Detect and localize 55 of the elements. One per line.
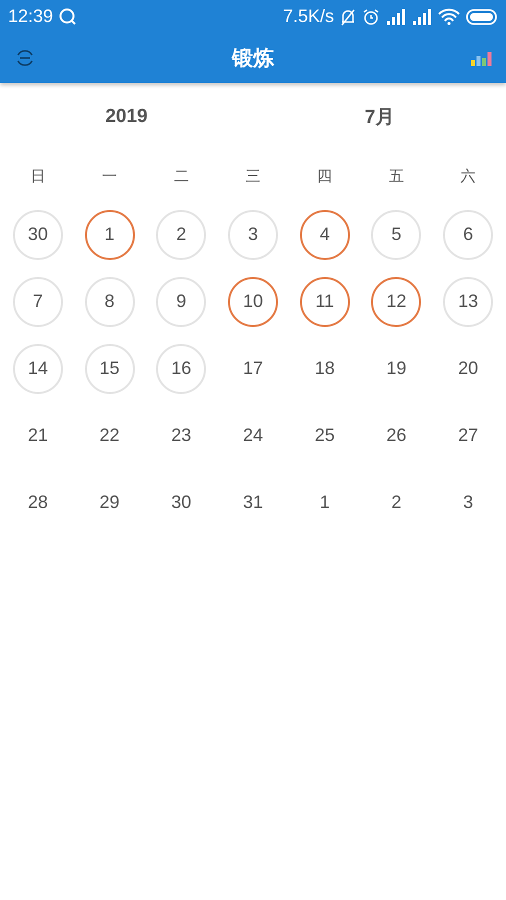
calendar-day[interactable]: 28 bbox=[12, 478, 63, 528]
clock: 12:39 bbox=[8, 6, 54, 27]
calendar-day[interactable]: 21 bbox=[12, 410, 63, 460]
calendar-day[interactable]: 11 bbox=[300, 276, 350, 326]
weekday-label: 日 bbox=[30, 166, 46, 186]
weekday-label: 四 bbox=[317, 166, 332, 186]
calendar-day[interactable]: 13 bbox=[443, 276, 494, 326]
calendar-day[interactable]: 30 bbox=[156, 478, 206, 528]
weekday-label: 一 bbox=[102, 166, 118, 186]
calendar-day[interactable]: 5 bbox=[371, 210, 422, 260]
weekday-label: 五 bbox=[388, 166, 404, 186]
calendar-day[interactable]: 20 bbox=[443, 344, 494, 394]
weekday-label: 六 bbox=[460, 166, 476, 186]
calendar-day[interactable]: 15 bbox=[84, 344, 135, 394]
calendar-day[interactable]: 12 bbox=[371, 276, 422, 326]
calendar-day[interactable]: 2 bbox=[156, 210, 206, 260]
bar-chart-icon[interactable] bbox=[470, 50, 492, 66]
year-label[interactable]: 2019 bbox=[0, 106, 253, 128]
calendar-day[interactable]: 22 bbox=[84, 410, 135, 460]
calendar-day[interactable]: 1 bbox=[84, 210, 135, 260]
calendar-day[interactable]: 18 bbox=[300, 344, 350, 394]
calendar-day[interactable]: 16 bbox=[156, 344, 206, 394]
weekday-label: 三 bbox=[245, 166, 260, 186]
month-label[interactable]: 7月 bbox=[253, 104, 506, 130]
network-speed: 7.5K/s bbox=[282, 6, 334, 27]
calendar-day[interactable]: 9 bbox=[156, 276, 206, 326]
bell-muted-icon bbox=[340, 8, 356, 26]
calendar-day[interactable]: 8 bbox=[84, 276, 135, 326]
weekday-label: 二 bbox=[174, 166, 189, 186]
calendar-day[interactable]: 10 bbox=[228, 276, 278, 326]
search-icon bbox=[59, 8, 78, 26]
calendar-day[interactable]: 19 bbox=[371, 344, 422, 394]
calendar-day[interactable]: 23 bbox=[156, 410, 206, 460]
calendar-day[interactable]: 14 bbox=[12, 344, 63, 394]
battery-icon bbox=[466, 8, 498, 24]
alarm-icon bbox=[362, 8, 380, 26]
calendar-day[interactable]: 17 bbox=[228, 344, 278, 394]
calendar-day[interactable]: 2 bbox=[371, 478, 422, 528]
calendar-day[interactable]: 31 bbox=[228, 478, 278, 528]
wifi-icon bbox=[438, 8, 460, 25]
calendar-day[interactable]: 24 bbox=[228, 410, 278, 460]
calendar-day[interactable]: 27 bbox=[443, 410, 494, 460]
calendar-day[interactable]: 4 bbox=[300, 210, 350, 260]
calendar-day[interactable]: 3 bbox=[228, 210, 278, 260]
signal-icon bbox=[412, 8, 432, 24]
calendar-day[interactable]: 6 bbox=[443, 210, 494, 260]
calendar-day[interactable]: 30 bbox=[12, 210, 63, 260]
calendar-day[interactable]: 1 bbox=[300, 478, 350, 528]
calendar-day[interactable]: 25 bbox=[300, 410, 350, 460]
calendar-day[interactable]: 26 bbox=[371, 410, 422, 460]
page-title: 锻炼 bbox=[230, 46, 276, 72]
calendar-day[interactable]: 7 bbox=[12, 276, 63, 326]
calendar-day[interactable]: 29 bbox=[84, 478, 135, 528]
signal-icon bbox=[386, 8, 406, 24]
calendar-day[interactable]: 3 bbox=[443, 478, 494, 528]
